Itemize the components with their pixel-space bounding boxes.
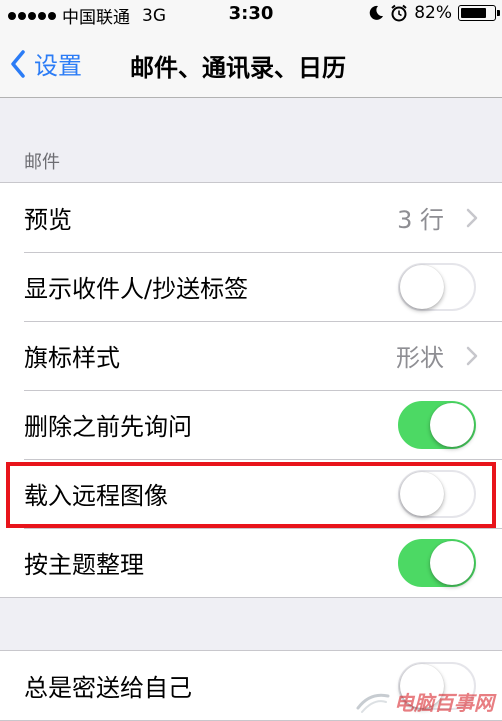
row-label: 总是密送给自己 xyxy=(24,674,192,702)
alarm-icon xyxy=(391,4,407,22)
organize-by-thread-row: 按主题整理 xyxy=(0,528,502,597)
watermark-logo: 电脑百事网 xyxy=(356,687,494,716)
organize-by-thread-toggle[interactable] xyxy=(398,538,476,587)
back-button[interactable]: 设置 xyxy=(10,46,82,81)
battery-icon xyxy=(458,5,500,21)
chevron-left-icon xyxy=(11,49,25,78)
row-label: 按主题整理 xyxy=(24,551,144,579)
chevron-right-icon xyxy=(466,208,478,227)
section-header-mail: 邮件 xyxy=(24,152,60,173)
row-label: 旗标样式 xyxy=(24,344,120,372)
row-value: 3 行 xyxy=(397,206,444,234)
ask-before-deleting-row: 删除之前先询问 xyxy=(0,390,502,459)
mail-settings-list: 预览 3 行 显示收件人/抄送标签 旗标样式 形状 删除之前先询问 载入远程图像… xyxy=(0,182,502,598)
row-label: 预览 xyxy=(24,206,72,234)
watermark-swoosh-icon xyxy=(356,693,390,713)
chevron-right-icon xyxy=(466,346,478,365)
preview-row[interactable]: 预览 3 行 xyxy=(0,183,502,252)
moon-icon xyxy=(369,5,384,20)
load-remote-images-toggle[interactable] xyxy=(398,469,476,518)
load-remote-images-row: 载入远程图像 xyxy=(0,459,502,528)
status-right: 82% xyxy=(368,3,500,23)
show-to-cc-label-toggle[interactable] xyxy=(398,262,476,311)
row-label: 删除之前先询问 xyxy=(24,413,192,441)
flag-style-row[interactable]: 旗标样式 形状 xyxy=(0,321,502,390)
page-title: 邮件、通讯录、日历 xyxy=(130,54,346,82)
watermark-text: 电脑百事网 xyxy=(394,691,494,715)
row-label: 显示收件人/抄送标签 xyxy=(24,275,249,303)
status-bar: 中国联通 3G 3:30 82% xyxy=(0,0,502,28)
back-button-label: 设置 xyxy=(34,52,82,80)
show-to-cc-label-row: 显示收件人/抄送标签 xyxy=(0,252,502,321)
ask-before-deleting-toggle[interactable] xyxy=(398,400,476,449)
navigation-bar: 设置 邮件、通讯录、日历 xyxy=(0,28,502,98)
battery-percentage: 82% xyxy=(414,3,452,23)
row-value: 形状 xyxy=(396,344,444,372)
row-label: 载入远程图像 xyxy=(24,482,168,510)
